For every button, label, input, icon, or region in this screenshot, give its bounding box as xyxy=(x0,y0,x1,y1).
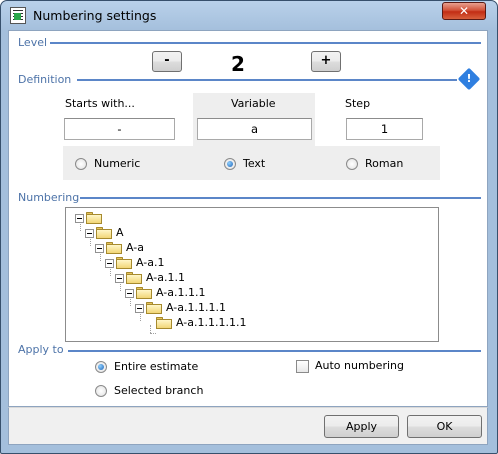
numeric-label[interactable]: Numeric xyxy=(94,157,140,170)
entire-estimate-radio[interactable] xyxy=(95,361,107,373)
variable-label: Variable xyxy=(231,97,276,110)
collapse-icon[interactable] xyxy=(75,214,84,223)
section-label-level: Level xyxy=(18,36,48,49)
folder-open-icon xyxy=(146,302,162,314)
tree-node-label: A xyxy=(116,226,124,239)
auto-numbering-label[interactable]: Auto numbering xyxy=(315,359,404,372)
selected-branch-radio[interactable] xyxy=(95,385,107,397)
tree-node-label: A-a.1.1 xyxy=(146,271,185,284)
folder-open-icon xyxy=(136,287,152,299)
section-divider-definition xyxy=(77,79,457,81)
section-label-definition: Definition xyxy=(18,73,72,86)
step-field[interactable]: 1 xyxy=(346,118,423,140)
tree-connector xyxy=(150,325,151,333)
tree-node-label: A-a.1 xyxy=(136,256,165,269)
tree-node-label: A-a xyxy=(126,241,144,254)
title-bar[interactable]: Numbering settings ✕ xyxy=(1,1,497,31)
tree-node-label: A-a.1.1.1.1 xyxy=(166,301,226,314)
step-label: Step xyxy=(345,97,371,110)
numeric-radio[interactable] xyxy=(75,158,87,170)
starts-with-label: Starts with... xyxy=(65,97,135,110)
text-label[interactable]: Text xyxy=(243,157,265,170)
section-divider-numbering xyxy=(80,197,481,199)
folder-open-icon xyxy=(116,257,132,269)
folder-open-icon xyxy=(156,317,172,329)
collapse-icon[interactable] xyxy=(105,259,114,268)
selected-branch-label[interactable]: Selected branch xyxy=(114,384,203,397)
tree-node-label: A-a.1.1.1 xyxy=(156,286,206,299)
apply-button[interactable]: Apply xyxy=(324,415,399,438)
section-label-apply-to: Apply to xyxy=(18,343,64,356)
tree-node-label: A-a.1.1.1.1.1 xyxy=(176,316,247,329)
section-divider-apply-to xyxy=(68,350,481,352)
folder-open-icon xyxy=(96,227,112,239)
folder-open-icon xyxy=(126,272,142,284)
folder-open-icon xyxy=(106,242,122,254)
section-label-numbering: Numbering xyxy=(18,191,80,204)
numbering-preview-tree[interactable]: A A-a A-a.1 A-a.1.1 A-a.1.1.1 A-a.1.1.1.… xyxy=(65,207,439,342)
window-title: Numbering settings xyxy=(33,8,157,23)
collapse-icon[interactable] xyxy=(95,244,104,253)
auto-numbering-checkbox[interactable] xyxy=(296,360,309,373)
text-radio[interactable] xyxy=(224,158,236,170)
starts-with-field[interactable]: - xyxy=(64,118,175,140)
collapse-icon[interactable] xyxy=(125,289,134,298)
info-icon-glyph: ! xyxy=(466,71,472,85)
roman-radio[interactable] xyxy=(346,158,358,170)
app-icon xyxy=(10,7,26,24)
collapse-icon[interactable] xyxy=(85,229,94,238)
roman-label[interactable]: Roman xyxy=(365,157,403,170)
variable-field[interactable]: a xyxy=(197,118,312,140)
entire-estimate-label[interactable]: Entire estimate xyxy=(114,360,198,373)
close-button[interactable]: ✕ xyxy=(442,2,486,20)
increment-level-button[interactable]: + xyxy=(311,51,341,72)
collapse-icon[interactable] xyxy=(115,274,124,283)
folder-open-icon xyxy=(86,212,102,224)
collapse-icon[interactable] xyxy=(135,304,144,313)
section-divider-level xyxy=(50,42,481,44)
level-value: 2 xyxy=(231,52,245,76)
tree-connector xyxy=(150,333,156,334)
decrement-level-button[interactable]: - xyxy=(152,51,182,72)
ok-button[interactable]: OK xyxy=(407,415,482,438)
